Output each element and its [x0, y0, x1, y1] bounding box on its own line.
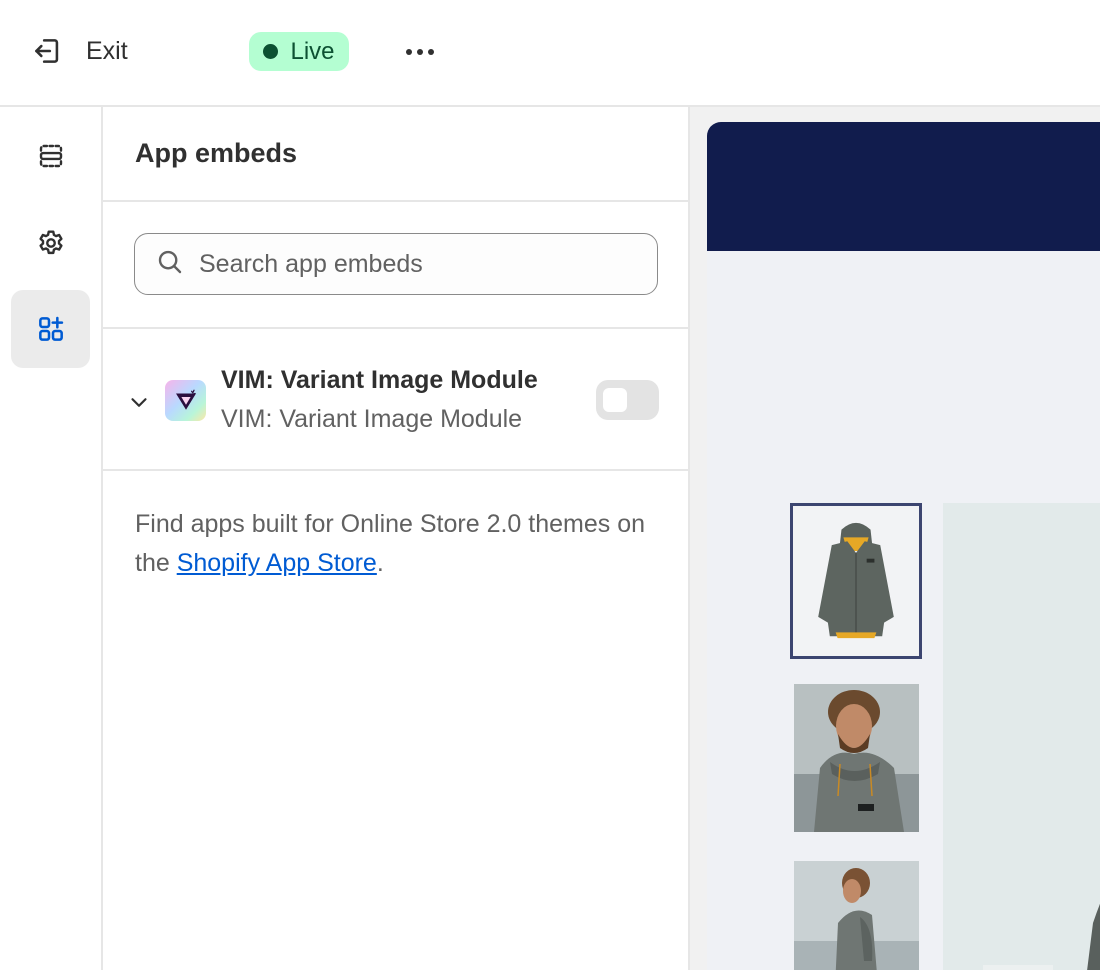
app-embed-item: VIM: Variant Image Module VIM: Variant I…	[103, 329, 688, 471]
panel-header: App embeds	[103, 107, 688, 202]
exit-label: Exit	[86, 36, 128, 65]
embed-toggle[interactable]	[596, 380, 659, 420]
chevron-down-icon	[131, 398, 147, 407]
vim-app-icon	[165, 380, 206, 421]
search-icon	[155, 247, 185, 282]
exit-icon	[30, 34, 64, 68]
more-horizontal-icon	[406, 49, 412, 55]
more-actions-button[interactable]	[398, 32, 442, 72]
rail-sections-button[interactable]	[11, 117, 90, 195]
search-field[interactable]	[134, 233, 658, 295]
toggle-knob	[603, 388, 627, 412]
rail-settings-button[interactable]	[11, 204, 90, 282]
app-embeds-icon	[35, 313, 67, 345]
more-horizontal-icon-dot	[417, 49, 423, 55]
more-horizontal-icon-dot	[428, 49, 434, 55]
product-thumbnail-model-front[interactable]	[794, 684, 919, 832]
gear-icon	[35, 227, 67, 259]
theme-editor: Exit Live App embeds Search app embeds V…	[0, 0, 1100, 970]
product-main-image	[943, 503, 1100, 970]
exit-button[interactable]: Exit	[30, 28, 128, 74]
store-preview	[690, 107, 1100, 970]
live-status-badge: Live	[249, 32, 349, 71]
preview-frame	[707, 122, 1100, 970]
help-text: Find apps built for Online Store 2.0 the…	[103, 471, 688, 583]
embed-title: VIM: Variant Image Module	[221, 366, 538, 394]
product-thumbnail-model-side[interactable]	[794, 861, 919, 970]
top-bar: Exit Live	[0, 0, 1100, 107]
sections-icon	[35, 140, 67, 172]
embed-subtitle: VIM: Variant Image Module	[221, 405, 523, 433]
expand-button[interactable]	[126, 389, 152, 415]
app-embeds-panel: App embeds Search app embeds VIM: Varian…	[103, 107, 690, 970]
search-section	[103, 202, 688, 329]
status-label: Live	[290, 37, 335, 65]
editor-rail	[0, 107, 103, 970]
shopify-app-store-link[interactable]: Shopify App Store	[177, 549, 377, 577]
panel-title: App embeds	[135, 138, 298, 168]
help-text-after: .	[376, 549, 384, 577]
status-dot	[263, 44, 279, 59]
product-thumbnail-jacket[interactable]	[790, 503, 922, 659]
preview-announcement-bar	[707, 122, 1100, 251]
search-input[interactable]	[199, 249, 639, 279]
rail-app-embeds-button[interactable]	[11, 290, 90, 368]
